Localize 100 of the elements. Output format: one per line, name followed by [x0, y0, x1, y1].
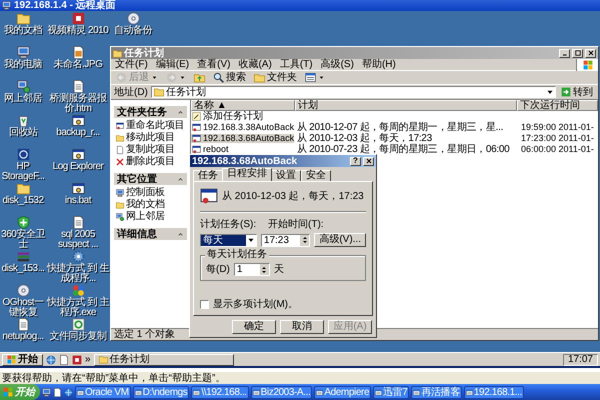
- go-button[interactable]: 转到: [559, 86, 595, 98]
- icon-label[interactable]: disk_1532: [2, 196, 44, 206]
- panel-header[interactable]: 文件夹任务: [114, 106, 187, 118]
- image-file-icon[interactable]: [72, 46, 84, 59]
- task-link[interactable]: 控制面板: [126, 187, 165, 198]
- computer-icon[interactable]: [42, 388, 51, 396]
- taskbar-button[interactable]: \\192.168...: [191, 386, 249, 398]
- globe-icon[interactable]: [64, 388, 73, 396]
- menu-item[interactable]: 高级(S): [320, 59, 354, 70]
- icon-label[interactable]: 网上邻居: [4, 94, 42, 104]
- icon-label[interactable]: 快捷方式 到 主程序.exe: [46, 298, 110, 318]
- icon-label[interactable]: 桥测服务器报价.htm: [46, 94, 110, 114]
- menu-item[interactable]: 收藏(A): [238, 59, 272, 70]
- icon-label[interactable]: 我的电脑: [4, 60, 42, 70]
- tab[interactable]: 日程安排: [222, 168, 272, 181]
- gear-icon[interactable]: [72, 250, 84, 263]
- taskbar-button[interactable]: 再活播客: [411, 386, 462, 398]
- number-field[interactable]: 1: [234, 263, 270, 276]
- close-button[interactable]: [585, 48, 596, 58]
- globe-icon[interactable]: [46, 354, 56, 364]
- task-link[interactable]: 移动此项目: [126, 132, 175, 143]
- more-button[interactable]: »: [85, 354, 91, 365]
- tab[interactable]: 任务: [193, 170, 223, 181]
- tab[interactable]: 设置: [271, 170, 301, 181]
- shield-icon[interactable]: [16, 216, 30, 229]
- checkbox[interactable]: [200, 300, 209, 309]
- taskbar-button[interactable]: D:\ndemgs: [132, 386, 190, 398]
- app-icon[interactable]: [72, 12, 84, 25]
- start-button[interactable]: 开始: [2, 354, 43, 366]
- icon-label[interactable]: HP StorageF...: [0, 162, 46, 182]
- task-name[interactable]: 192.168.3.38AutoBack: [191, 122, 294, 132]
- icon-label[interactable]: 我的文档: [4, 26, 42, 36]
- menu-item[interactable]: 查看(V): [197, 59, 230, 70]
- task-link[interactable]: 删除此项目: [126, 156, 175, 167]
- document-icon[interactable]: [72, 80, 84, 93]
- column-header[interactable]: 下次运行时间: [517, 100, 598, 111]
- task-name[interactable]: reboot: [191, 144, 229, 154]
- folder-icon[interactable]: [16, 182, 30, 195]
- task-name[interactable]: 192.168.3.68AutoBack: [191, 134, 294, 144]
- icon-label[interactable]: 未命名.JPG: [54, 60, 102, 70]
- icon-label[interactable]: sql 2005 suspect ...: [46, 230, 110, 250]
- task-name[interactable]: 添加任务计划: [191, 111, 263, 122]
- search-button[interactable]: 搜索: [211, 71, 248, 84]
- task-link[interactable]: 重命名此项目: [126, 120, 184, 131]
- menu-item[interactable]: 工具(T): [280, 59, 313, 70]
- menu-item[interactable]: 帮助(H): [362, 59, 396, 70]
- recycle-bin-icon[interactable]: [16, 114, 30, 127]
- icon-label[interactable]: Log Explorer: [52, 162, 104, 172]
- document-icon[interactable]: [72, 216, 84, 229]
- maximize-button[interactable]: [572, 48, 583, 58]
- folders-button[interactable]: 文件夹: [252, 71, 299, 84]
- schedule-dropdown[interactable]: 每天: [200, 234, 257, 246]
- page-icon[interactable]: [53, 388, 62, 396]
- help-button[interactable]: ?: [350, 156, 361, 166]
- dialog-button[interactable]: 确定: [232, 320, 276, 334]
- icon-label[interactable]: 360安全卫士: [0, 230, 46, 250]
- disc-icon[interactable]: [16, 284, 30, 297]
- panel-header[interactable]: 其它位置: [114, 173, 187, 185]
- dialog-button[interactable]: 取消: [280, 320, 324, 334]
- menu-item[interactable]: 文件(F): [115, 59, 148, 70]
- icon-label[interactable]: disk_153...: [2, 264, 44, 274]
- disc-icon[interactable]: [126, 12, 140, 25]
- app-icon[interactable]: [72, 354, 82, 364]
- menu-item[interactable]: 编辑(E): [156, 59, 190, 70]
- sync-icon[interactable]: [72, 318, 84, 331]
- icon-label[interactable]: 回收站: [8, 128, 38, 138]
- time-field[interactable]: 17:23: [260, 234, 310, 246]
- icon-label[interactable]: backup_r...: [56, 128, 100, 138]
- window-icon[interactable]: [72, 114, 84, 127]
- window-icon[interactable]: [72, 182, 84, 195]
- tab[interactable]: 安全: [301, 170, 331, 181]
- color-balls-icon[interactable]: [72, 284, 84, 297]
- taskbar-button[interactable]: 192.168.1...: [464, 386, 524, 398]
- address-field[interactable]: 任务计划: [150, 86, 556, 98]
- icon-label[interactable]: 自动备份: [114, 26, 152, 36]
- taskbar-button[interactable]: 迅雷7: [373, 386, 410, 398]
- taskbar-button[interactable]: 任务计划: [94, 354, 234, 366]
- icon-label[interactable]: netuplog...: [2, 332, 44, 342]
- task-link[interactable]: 复制此项目: [126, 144, 175, 155]
- computer-icon[interactable]: [16, 46, 30, 59]
- column-header[interactable]: 名称 ▲: [191, 100, 295, 111]
- icon-label[interactable]: 视频精灵 2010: [48, 26, 108, 36]
- task-link[interactable]: 网上邻居: [126, 211, 165, 222]
- close-button[interactable]: [363, 156, 374, 166]
- icon-label[interactable]: ins.bat: [65, 196, 91, 206]
- archive-icon[interactable]: [16, 250, 30, 263]
- window-icon[interactable]: [72, 148, 84, 161]
- document-icon[interactable]: [16, 318, 30, 331]
- panel-header[interactable]: 详细信息: [114, 228, 187, 240]
- icon-label[interactable]: 文件同步复制: [50, 332, 106, 342]
- icon-label[interactable]: OGhost一键恢复: [0, 298, 46, 318]
- taskbar-button[interactable]: Biz2003-A...: [250, 386, 312, 398]
- taskbar-button[interactable]: Adempiere: [314, 386, 372, 398]
- advanced-button[interactable]: 高级(V)...: [314, 233, 366, 247]
- column-header[interactable]: 计划: [295, 100, 517, 111]
- swirl-icon[interactable]: [16, 148, 30, 161]
- taskbar-button[interactable]: Oracle VM: [75, 386, 131, 398]
- icon-label[interactable]: 快捷方式 到 生成程序...: [46, 264, 110, 284]
- minimize-button[interactable]: [559, 48, 570, 58]
- task-link[interactable]: 我的文档: [126, 199, 165, 210]
